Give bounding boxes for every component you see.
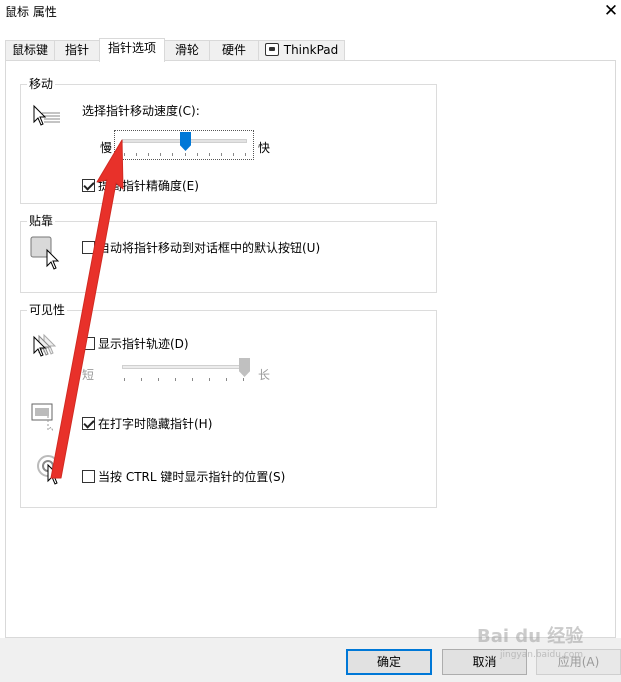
ok-button[interactable]: 确定 (346, 649, 432, 675)
short-label: 短 (82, 368, 95, 382)
pointer-location-icon (37, 455, 61, 485)
slider-tick (221, 153, 222, 156)
slider-tick (148, 153, 149, 156)
tab-hardware[interactable]: 硬件 (209, 40, 259, 61)
trails-checkbox[interactable] (82, 337, 95, 350)
slow-label: 慢 (100, 141, 113, 155)
slider-tick (209, 153, 210, 156)
ctrl-location-checkbox[interactable] (82, 470, 95, 483)
motion-group-label: 移动 (27, 77, 56, 91)
slider-tick (160, 153, 161, 156)
window-title: 鼠标 属性 (5, 5, 57, 19)
snap-checkbox[interactable] (82, 241, 95, 254)
watermark: Bai du 经验 (477, 626, 584, 647)
snap-label[interactable]: 自动将指针移动到对话框中的默认按钮(U) (98, 241, 320, 255)
slider-tick (172, 153, 173, 156)
slider-tick (124, 153, 125, 156)
slider-tick (245, 153, 246, 156)
slider-tick (233, 153, 234, 156)
pointer-speed-icon (33, 104, 60, 126)
trail-length-ticks (124, 378, 244, 382)
tab-pointers[interactable]: 指针 (54, 40, 100, 61)
snap-group (20, 221, 437, 293)
speed-slider-ticks (124, 153, 246, 157)
ctrl-location-label[interactable]: 当按 CTRL 键时显示指针的位置(S) (98, 470, 285, 484)
speed-label: 选择指针移动速度(C): (82, 104, 200, 118)
thinkpad-icon (264, 43, 279, 56)
hide-typing-label[interactable]: 在打字时隐藏指针(H) (98, 417, 212, 431)
fast-label: 快 (258, 141, 271, 155)
long-label: 长 (258, 368, 271, 382)
slider-tick (175, 378, 176, 381)
tab-thinkpad-label: ThinkPad (283, 43, 339, 57)
slider-tick (197, 153, 198, 156)
pointer-trails-icon (33, 333, 57, 357)
tab-pointer-options[interactable]: 指针选项 (99, 38, 165, 62)
precision-label[interactable]: 提高指针精确度(E) (98, 179, 199, 193)
slider-tick (141, 378, 142, 381)
trails-label[interactable]: 显示指针轨迹(D) (98, 337, 189, 351)
snap-to-icon (30, 236, 60, 270)
snap-group-label: 贴靠 (27, 214, 56, 228)
slider-tick (136, 153, 137, 156)
slider-tick (243, 378, 244, 381)
trail-length-track (122, 365, 245, 369)
watermark-url: jingyan.baidu.com (500, 650, 584, 660)
slider-tick (209, 378, 210, 381)
tab-wheel[interactable]: 滑轮 (164, 40, 210, 61)
slider-tick (124, 378, 125, 381)
slider-tick (192, 378, 193, 381)
slider-tick (185, 153, 186, 156)
close-icon[interactable]: ✕ (601, 0, 621, 22)
slider-tick (226, 378, 227, 381)
tab-buttons[interactable]: 鼠标键 (5, 40, 55, 61)
slider-tick (158, 378, 159, 381)
precision-checkbox[interactable] (82, 179, 95, 192)
tab-thinkpad[interactable]: ThinkPad (258, 40, 345, 61)
hide-while-typing-icon (31, 403, 54, 432)
hide-typing-checkbox[interactable] (82, 417, 95, 430)
visibility-group-label: 可见性 (27, 303, 68, 317)
